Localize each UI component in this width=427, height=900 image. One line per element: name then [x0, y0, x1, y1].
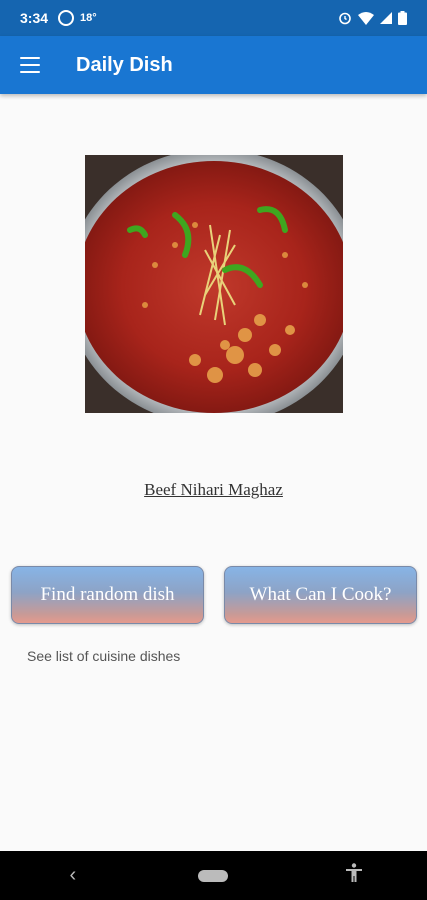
signal-icon: [380, 12, 392, 24]
alarm-icon: [339, 12, 351, 25]
what-can-i-cook-button[interactable]: What Can I Cook?: [224, 566, 417, 624]
status-bar: 3:34 18°: [0, 0, 427, 36]
app-bar: Daily Dish: [0, 36, 427, 94]
status-time: 3:34: [20, 10, 49, 26]
system-nav-bar: ‹: [0, 851, 427, 900]
app-title: Daily Dish: [76, 53, 173, 76]
cuisine-dishes-link[interactable]: See list of cuisine dishes: [27, 648, 180, 664]
status-temperature: 18°: [80, 12, 97, 24]
accessibility-icon[interactable]: [334, 863, 374, 888]
find-random-dish-button[interactable]: Find random dish: [11, 566, 204, 624]
wifi-icon: [358, 12, 374, 25]
home-icon[interactable]: [198, 869, 229, 882]
back-icon[interactable]: ‹: [53, 864, 93, 887]
whatsapp-icon: [58, 10, 75, 26]
menu-icon[interactable]: [20, 57, 40, 73]
battery-icon: [398, 11, 407, 25]
dish-name-link[interactable]: Beef Nihari Maghaz: [0, 480, 427, 500]
dish-image: [85, 155, 343, 413]
